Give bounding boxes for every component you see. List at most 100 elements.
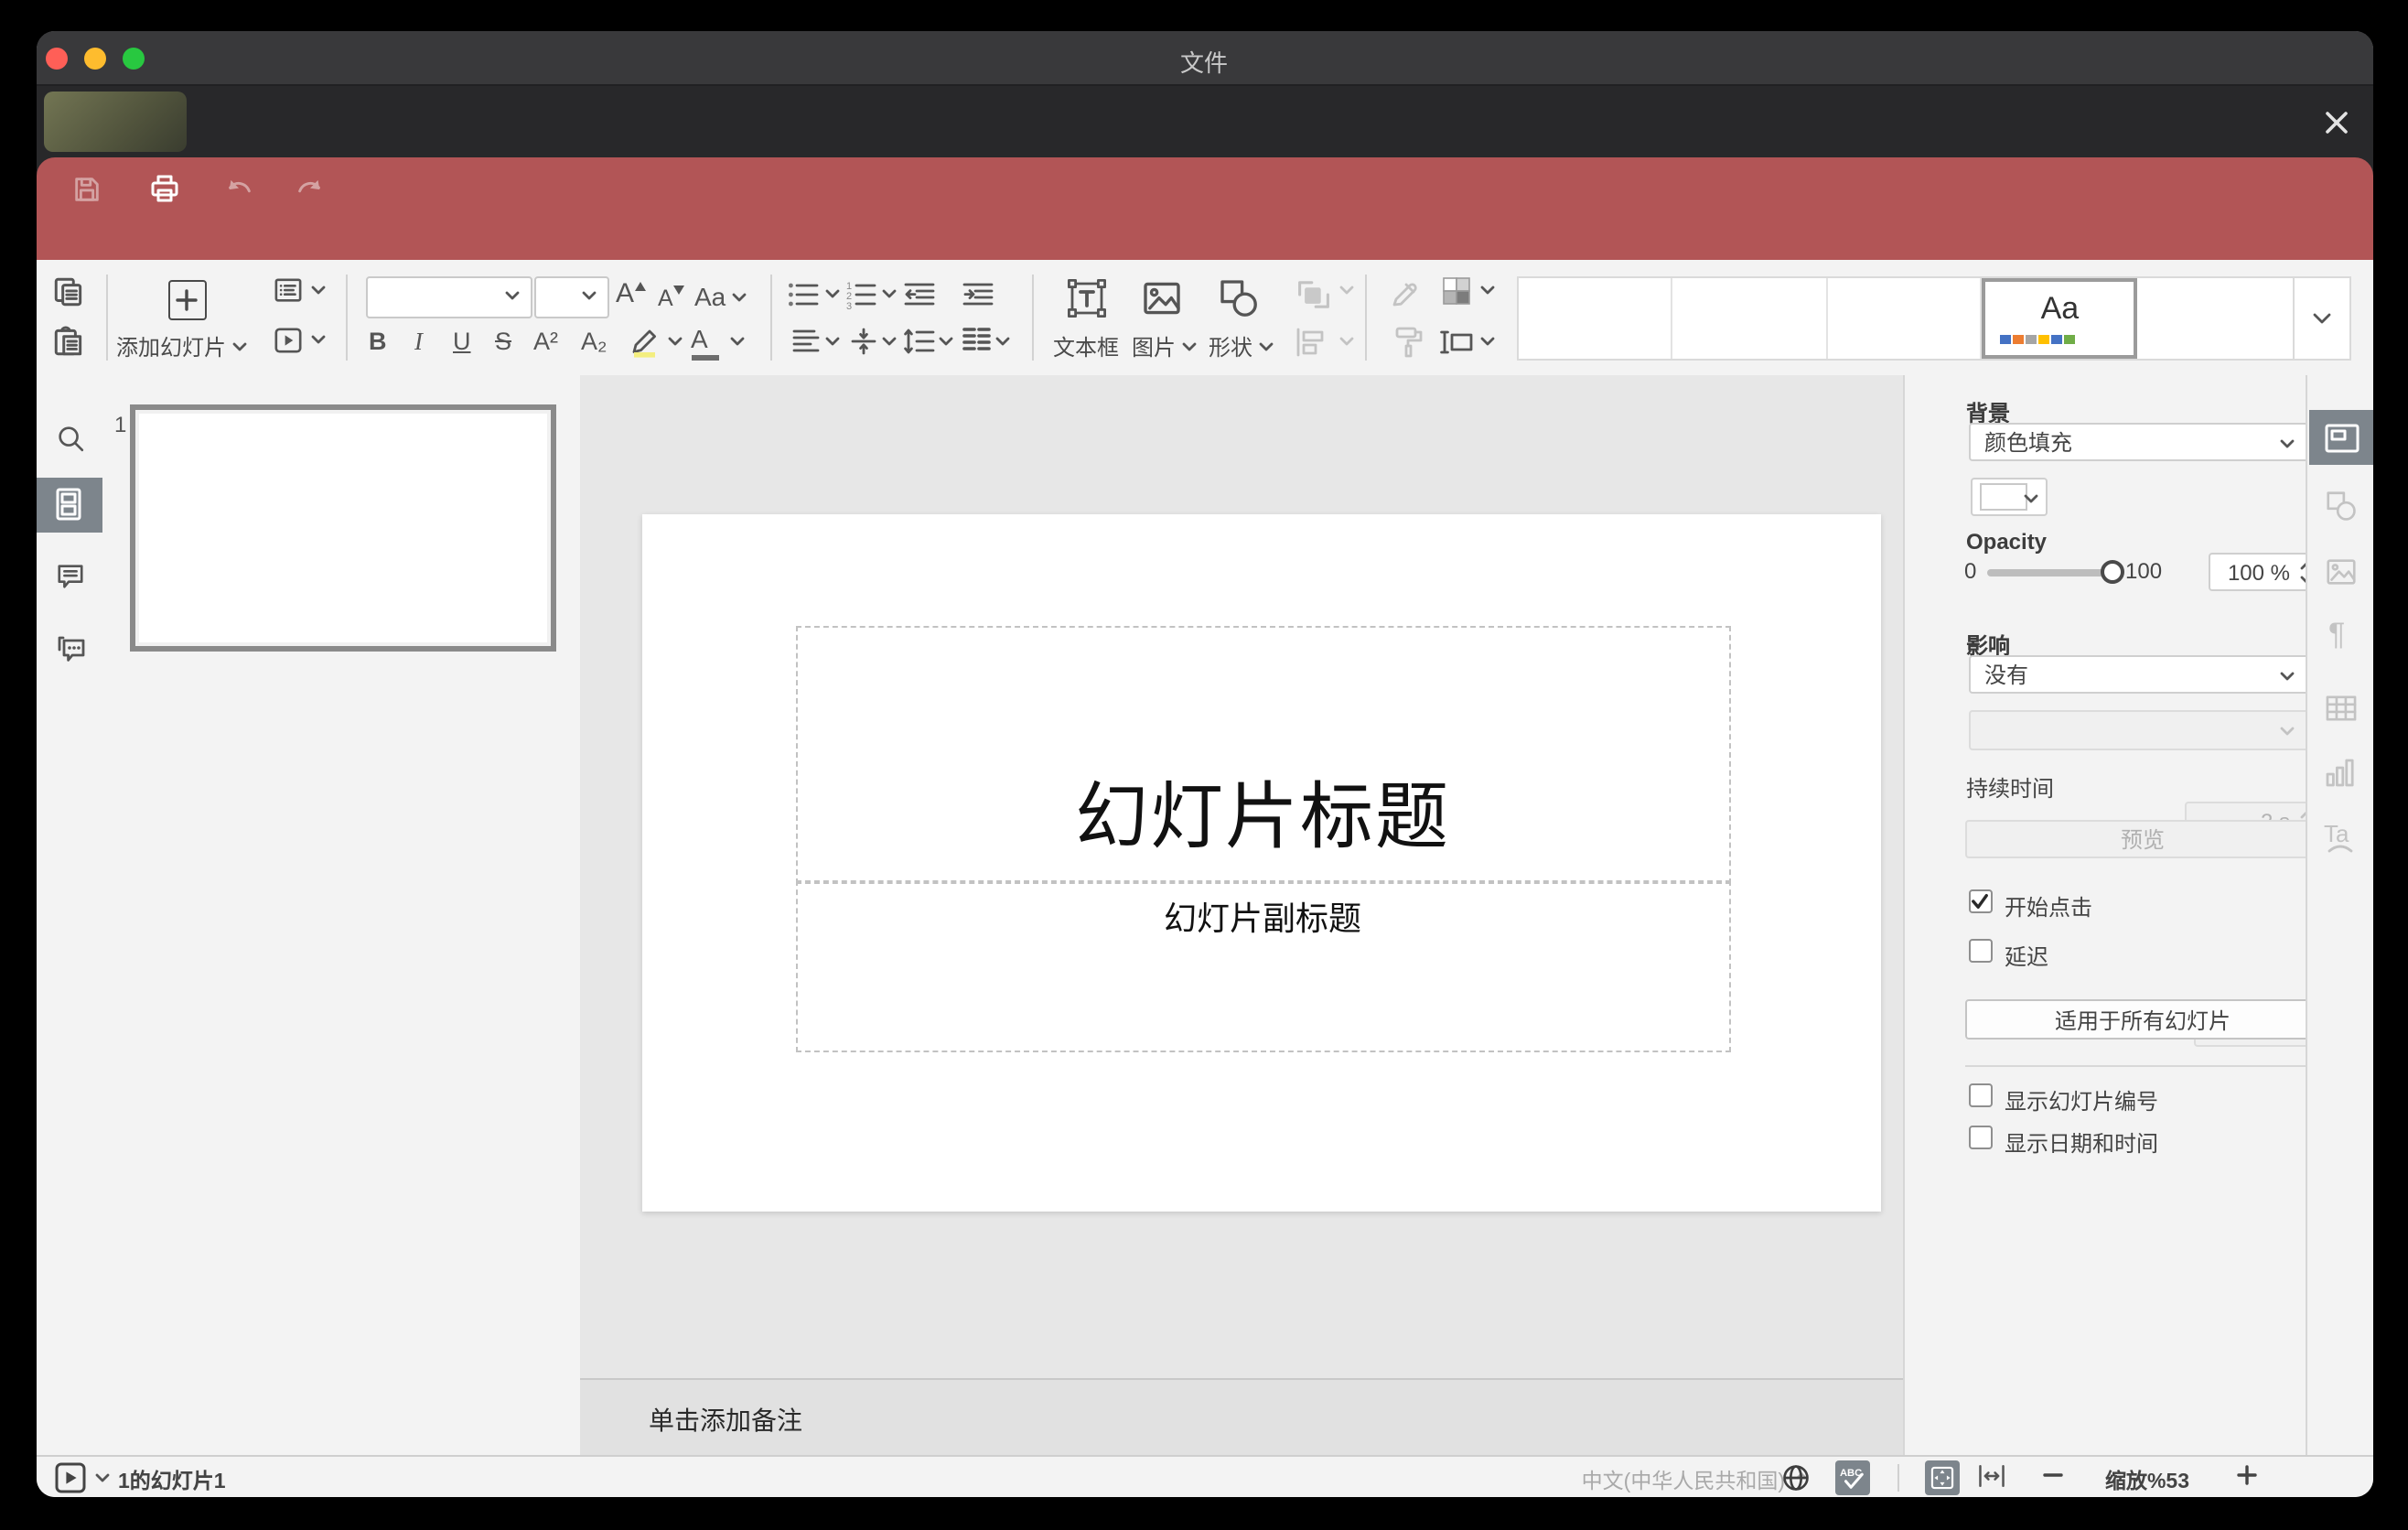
background-color-picker[interactable]: [1970, 478, 2047, 516]
italic-button[interactable]: I: [414, 326, 423, 359]
highlight-color-button[interactable]: [627, 324, 661, 359]
show-date-time-checkbox[interactable]: [1968, 1126, 1992, 1149]
add-slide-button[interactable]: [167, 280, 206, 320]
color-scheme-button[interactable]: [1439, 275, 1472, 307]
zoom-out-button[interactable]: [2041, 1464, 2063, 1486]
print-button[interactable]: [144, 170, 184, 207]
underline-button[interactable]: U: [453, 326, 471, 359]
bold-button[interactable]: B: [369, 326, 387, 359]
columns-button[interactable]: [960, 326, 991, 353]
textart-settings-button[interactable]: Ta: [2321, 818, 2360, 855]
line-spacing-chevron[interactable]: [938, 337, 952, 346]
insert-textbox-button[interactable]: [1062, 275, 1110, 322]
shape-settings-button[interactable]: [2323, 489, 2358, 523]
decrease-indent-button[interactable]: [901, 280, 936, 309]
table-settings-button[interactable]: [2323, 694, 2358, 723]
numbered-list-chevron[interactable]: [881, 289, 896, 298]
align-shape-chevron[interactable]: [1338, 337, 1353, 346]
slide-title-text[interactable]: 幻灯片标题: [797, 758, 1728, 864]
subscript-button[interactable]: A₂: [581, 326, 607, 359]
decrease-font-button[interactable]: A: [658, 282, 684, 315]
numbered-list-button[interactable]: 123: [844, 280, 877, 309]
clear-style-button[interactable]: [1384, 276, 1421, 309]
fit-to-width-button[interactable]: [1975, 1462, 2006, 1490]
slide-size-chevron[interactable]: [1479, 337, 1494, 346]
image-settings-button[interactable]: [2323, 555, 2358, 589]
copy-style-button[interactable]: [1392, 324, 1424, 361]
add-slide-dropdown[interactable]: 添加幻灯片: [116, 331, 246, 362]
color-scheme-chevron[interactable]: [1479, 286, 1494, 295]
columns-chevron[interactable]: [994, 337, 1009, 346]
slide-settings-button-active[interactable]: [2308, 410, 2372, 465]
paste-button[interactable]: [50, 324, 85, 359]
start-on-click-checkbox-checked[interactable]: [1968, 889, 1992, 913]
vertical-align-button[interactable]: [848, 326, 877, 357]
slide-canvas[interactable]: 幻灯片标题 幻灯片副标题: [641, 514, 1880, 1212]
paragraph-settings-button[interactable]: ¶: [2328, 617, 2345, 653]
start-slideshow-button[interactable]: [272, 326, 303, 355]
slideshow-mode-chevron[interactable]: [94, 1473, 109, 1482]
slides-panel-button-active[interactable]: [36, 478, 102, 533]
delay-checkbox-unchecked[interactable]: [1968, 939, 1992, 963]
comments-button[interactable]: [54, 562, 85, 591]
slide-layout-button[interactable]: [272, 276, 303, 304]
slide-size-button[interactable]: [1437, 328, 1474, 357]
start-slideshow-status-button[interactable]: [54, 1462, 85, 1493]
apply-to-all-slides-button[interactable]: 适用于所有幻灯片: [1964, 999, 2321, 1040]
notes-area[interactable]: 单击添加备注: [579, 1378, 1902, 1457]
undo-button[interactable]: [219, 170, 259, 207]
bullet-list-button[interactable]: [786, 280, 819, 309]
search-button[interactable]: [54, 423, 85, 454]
copy-button[interactable]: [50, 275, 85, 309]
highlight-color-chevron[interactable]: [667, 337, 682, 346]
font-size-combobox[interactable]: [533, 276, 608, 318]
align-shape-button[interactable]: [1293, 328, 1333, 357]
line-spacing-button[interactable]: [901, 326, 934, 357]
effect-select[interactable]: 没有: [1968, 655, 2308, 694]
vertical-align-chevron[interactable]: [881, 337, 896, 346]
subtitle-placeholder-box[interactable]: 幻灯片副标题: [795, 880, 1730, 1052]
set-language-button[interactable]: [1779, 1462, 1811, 1493]
theme-item[interactable]: [1828, 278, 1983, 359]
opacity-slider-track[interactable]: [1986, 569, 2114, 576]
increase-indent-button[interactable]: [960, 280, 994, 309]
insert-shape-button[interactable]: [1216, 276, 1260, 320]
font-name-combobox[interactable]: [365, 276, 532, 318]
theme-item[interactable]: [2137, 278, 2292, 359]
opacity-slider-knob[interactable]: [2100, 560, 2123, 584]
insert-shape-dropdown[interactable]: 形状: [1209, 331, 1273, 362]
slide-layout-chevron[interactable]: [310, 286, 325, 295]
document-language[interactable]: 中文(中华人民共和国): [1536, 1466, 1785, 1495]
increase-font-button[interactable]: A: [616, 278, 646, 311]
horizontal-align-chevron[interactable]: [824, 337, 839, 346]
horizontal-align-button[interactable]: [790, 328, 821, 355]
start-slideshow-chevron[interactable]: [310, 335, 325, 344]
font-color-button[interactable]: A: [691, 322, 718, 361]
arrange-shape-button[interactable]: [1293, 276, 1333, 313]
slide-subtitle-text[interactable]: 幻灯片副标题: [797, 893, 1728, 941]
theme-item[interactable]: [1518, 278, 1673, 359]
title-placeholder-box[interactable]: 幻灯片标题: [795, 626, 1730, 884]
zoom-in-button[interactable]: [2235, 1464, 2257, 1486]
chat-button[interactable]: [54, 631, 87, 663]
spellcheck-button[interactable]: ABC: [1834, 1460, 1869, 1495]
superscript-button[interactable]: A²: [533, 326, 558, 359]
chart-settings-button[interactable]: [2323, 756, 2356, 789]
theme-gallery-expand[interactable]: [2292, 278, 2349, 359]
insert-image-dropdown[interactable]: 图片: [1132, 331, 1196, 362]
bullet-list-chevron[interactable]: [824, 289, 839, 298]
slide-thumbnail-selected[interactable]: [129, 404, 555, 652]
strikeout-button[interactable]: S: [495, 326, 511, 359]
fit-to-slide-button[interactable]: [1924, 1460, 1959, 1495]
preview-close-button[interactable]: [2323, 110, 2352, 139]
background-fill-select[interactable]: 颜色填充: [1968, 423, 2308, 461]
font-color-chevron[interactable]: [729, 337, 744, 346]
zoom-level[interactable]: 缩放%53: [2096, 1466, 2198, 1495]
theme-item[interactable]: [1672, 278, 1828, 359]
theme-item-selected[interactable]: Aa: [1982, 278, 2138, 359]
arrange-shape-chevron[interactable]: [1338, 286, 1353, 295]
change-case-button[interactable]: Aa: [694, 282, 746, 311]
insert-image-button[interactable]: [1139, 276, 1183, 320]
redo-button[interactable]: [290, 170, 330, 207]
save-button[interactable]: [67, 170, 107, 207]
